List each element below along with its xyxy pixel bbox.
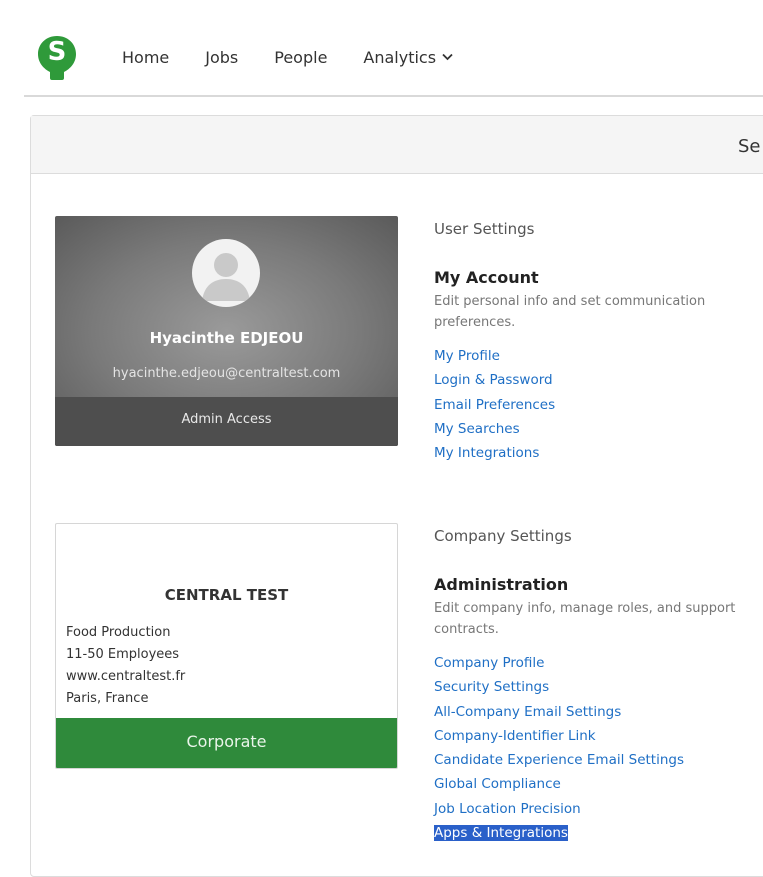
my-account-description: Edit personal info and set communication…: [434, 294, 706, 330]
list-item: Company-Identifier Link: [434, 724, 684, 748]
company-settings-links: Company Profile Security Settings All-Co…: [434, 651, 684, 845]
nav-item-jobs[interactable]: Jobs: [205, 48, 238, 67]
user-profile-card: Hyacinthe EDJEOU hyacinthe.edjeou@centra…: [55, 216, 398, 446]
list-item: Candidate Experience Email Settings: [434, 748, 684, 772]
all-company-email-settings-link[interactable]: All-Company Email Settings: [434, 704, 621, 720]
top-navigation-bar: S Home Jobs People Analytics: [0, 0, 763, 95]
nav-item-people[interactable]: People: [274, 48, 327, 67]
security-settings-link[interactable]: Security Settings: [434, 679, 549, 695]
list-item: Apps & Integrations: [434, 821, 684, 845]
user-name: Hyacinthe EDJEOU: [149, 329, 304, 347]
access-level-label: Admin Access: [181, 412, 272, 427]
user-email: hyacinthe.edjeou@centraltest.com: [112, 366, 341, 381]
user-settings-links: My Profile Login & Password Email Prefer…: [434, 344, 555, 465]
list-item: My Profile: [434, 344, 555, 368]
user-silhouette-icon: [202, 253, 250, 301]
my-integrations-link[interactable]: My Integrations: [434, 445, 539, 461]
my-profile-link[interactable]: My Profile: [434, 348, 500, 364]
avatar: [192, 239, 260, 307]
main-nav: Home Jobs People Analytics: [122, 48, 489, 67]
user-card-footer: Admin Access: [55, 397, 398, 446]
nav-item-label: Jobs: [205, 48, 239, 67]
list-item: Email Preferences: [434, 393, 555, 417]
list-item: Global Compliance: [434, 772, 684, 796]
email-preferences-link[interactable]: Email Preferences: [434, 397, 555, 413]
global-compliance-link[interactable]: Global Compliance: [434, 776, 561, 792]
list-item: Company Profile: [434, 651, 684, 675]
app-logo-icon[interactable]: S: [36, 34, 78, 82]
company-location: Paris, France: [66, 691, 149, 706]
panel-header: Se: [31, 116, 763, 174]
logo-letter: S: [47, 37, 67, 67]
nav-item-label: Home: [122, 48, 170, 67]
company-size: 11-50 Employees: [66, 647, 180, 662]
job-location-precision-link[interactable]: Job Location Precision: [434, 801, 581, 817]
my-account-heading: My Account: [434, 268, 539, 287]
list-item: Job Location Precision: [434, 797, 684, 821]
plan-label: Corporate: [186, 732, 267, 751]
nav-item-home[interactable]: Home: [122, 48, 169, 67]
administration-heading: Administration: [434, 575, 569, 594]
company-identifier-link[interactable]: Company-Identifier Link: [434, 728, 596, 744]
nav-item-label: Analytics: [363, 48, 437, 67]
list-item: All-Company Email Settings: [434, 700, 684, 724]
company-industry: Food Production: [66, 625, 171, 640]
company-info: Food Production 11-50 Employees www.cent…: [66, 622, 185, 710]
list-item: Login & Password: [434, 368, 555, 392]
list-item: My Searches: [434, 417, 555, 441]
nav-item-analytics[interactable]: Analytics: [363, 48, 453, 67]
company-website: www.centraltest.fr: [66, 669, 186, 684]
company-plan-footer: Corporate: [56, 718, 397, 768]
login-password-link[interactable]: Login & Password: [434, 372, 553, 388]
nav-divider: [24, 95, 763, 97]
my-searches-link[interactable]: My Searches: [434, 421, 520, 437]
apps-integrations-link[interactable]: Apps & Integrations: [434, 825, 568, 842]
company-profile-link[interactable]: Company Profile: [434, 655, 545, 671]
candidate-experience-email-settings-link[interactable]: Candidate Experience Email Settings: [434, 752, 684, 768]
page-title: Se: [738, 136, 761, 157]
company-settings-heading: Company Settings: [434, 527, 572, 545]
company-card: CENTRAL TEST Food Production 11-50 Emplo…: [55, 523, 398, 769]
nav-item-label: People: [274, 48, 328, 67]
list-item: My Integrations: [434, 441, 555, 465]
company-name: CENTRAL TEST: [164, 586, 289, 604]
chevron-down-icon: [442, 51, 453, 64]
administration-description: Edit company info, manage roles, and sup…: [434, 601, 736, 637]
list-item: Security Settings: [434, 675, 684, 699]
user-settings-heading: User Settings: [434, 220, 535, 238]
